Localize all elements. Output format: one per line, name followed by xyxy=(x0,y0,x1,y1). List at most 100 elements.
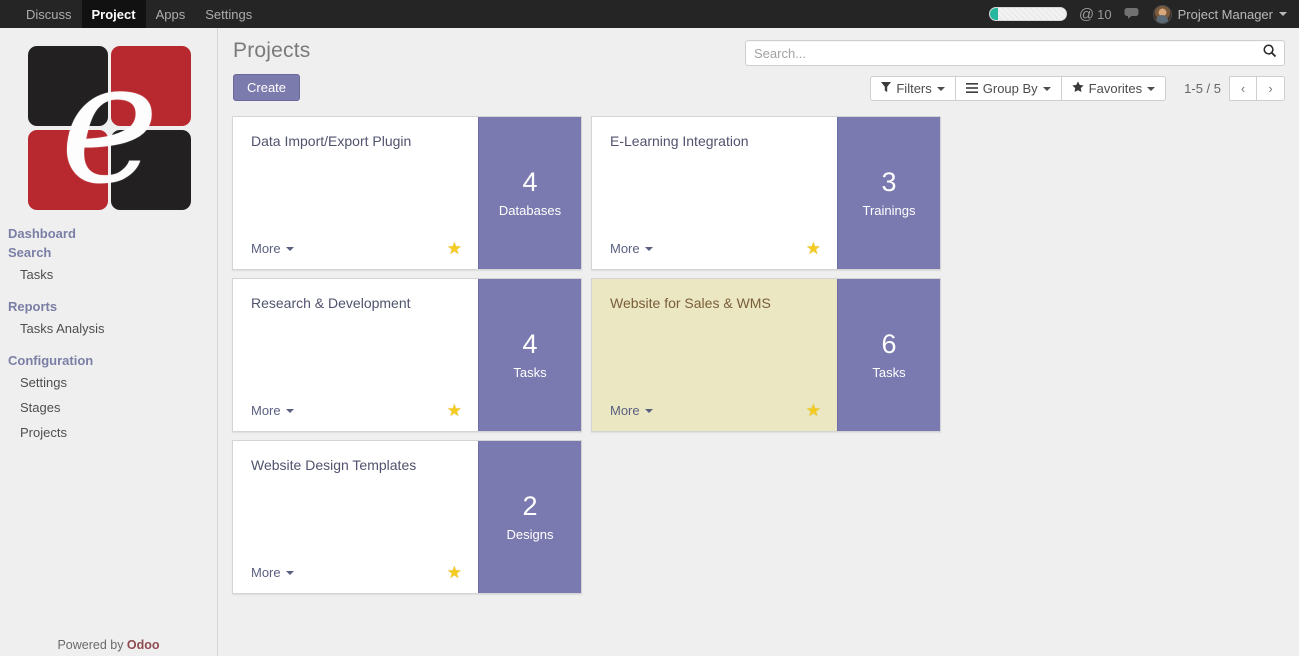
chevron-down-icon xyxy=(936,86,945,91)
kanban-card-footer: More ★ xyxy=(251,240,462,269)
sidebar-item-settings[interactable]: Settings xyxy=(0,370,217,395)
kanban-card-footer: More ★ xyxy=(610,402,821,431)
favorite-star-icon[interactable]: ★ xyxy=(447,564,462,581)
control-panel-buttons: Filters Group By Favorites 1-5 / 5 ‹ › xyxy=(745,76,1285,101)
sidebar-item-tasks-analysis[interactable]: Tasks Analysis xyxy=(0,316,217,341)
sidebar-item-stages[interactable]: Stages xyxy=(0,395,217,420)
chevron-down-icon xyxy=(644,246,653,251)
sidebar-menu: Dashboard Search Tasks Reports Tasks Analysi… xyxy=(0,224,217,638)
kanban-card-body: E-Learning Integration More ★ xyxy=(592,117,837,269)
page-title: Projects xyxy=(233,39,311,62)
kanban-card-counter[interactable]: 3 Trainings xyxy=(837,117,940,269)
kanban-card-title: Website for Sales & WMS xyxy=(610,295,771,311)
sidebar-item-dashboard[interactable]: Dashboard xyxy=(0,224,217,243)
kanban-card-body: Data Import/Export Plugin More ★ xyxy=(233,117,478,269)
nav-item-discuss[interactable]: Discuss xyxy=(16,0,82,28)
kanban-card-footer: More ★ xyxy=(610,240,821,269)
kanban-card-more-dropdown[interactable]: More xyxy=(610,241,653,256)
kanban-card-count-label: Tasks xyxy=(513,364,547,380)
favorite-star-icon[interactable]: ★ xyxy=(447,240,462,257)
sidebar-item-projects[interactable]: Projects xyxy=(0,420,217,445)
kanban-card-body: Website Design Templates More ★ xyxy=(233,441,478,593)
user-name: Project Manager xyxy=(1177,6,1273,22)
kanban-card-title: Research & Development xyxy=(251,295,411,311)
kanban-card-more-dropdown[interactable]: More xyxy=(251,403,294,418)
kanban-card-count: 3 xyxy=(881,166,897,197)
kanban-card[interactable]: E-Learning Integration More ★ 3 Trainings xyxy=(591,116,941,270)
kanban-card-count: 4 xyxy=(522,328,538,359)
kanban-card-body: Research & Development More ★ xyxy=(233,279,478,431)
company-logo: e xyxy=(0,28,217,224)
search-input[interactable] xyxy=(754,45,1262,61)
filters-button[interactable]: Filters xyxy=(870,76,956,101)
more-label: More xyxy=(251,565,281,580)
progress-bar-fill xyxy=(989,8,999,20)
at-icon: @ xyxy=(1078,5,1095,23)
kanban-card-counter[interactable]: 4 Databases xyxy=(478,117,581,269)
chevron-down-icon xyxy=(285,408,294,413)
page-layout: e Dashboard Search Tasks Reports Tasks Analy… xyxy=(0,28,1299,656)
favorites-label: Favorites xyxy=(1088,81,1143,96)
user-menu[interactable]: Project Manager xyxy=(1152,4,1287,24)
kanban-card-counter[interactable]: 2 Designs xyxy=(478,441,581,593)
create-button[interactable]: Create xyxy=(233,74,301,101)
filter-button-group: Filters Group By Favorites xyxy=(870,76,1167,101)
top-navbar: Discuss Project Apps Settings @ 10 Project … xyxy=(0,0,1299,28)
list-lines-icon xyxy=(965,81,978,96)
odoo-brand-link[interactable]: Odoo xyxy=(127,638,160,652)
sidebar-item-reports[interactable]: Reports xyxy=(0,297,217,316)
kanban-card-title: Data Import/Export Plugin xyxy=(251,133,412,149)
nav-item-settings[interactable]: Settings xyxy=(195,0,262,28)
powered-by-footer: Powered by Odoo xyxy=(0,638,217,656)
funnel-icon xyxy=(881,81,892,96)
sidebar-item-configuration[interactable]: Configuration xyxy=(0,351,217,370)
powered-by-prefix: Powered by xyxy=(57,638,127,652)
group-by-button[interactable]: Group By xyxy=(955,76,1062,101)
pager-range: 1-5 / 5 xyxy=(1184,81,1221,96)
nav-item-apps[interactable]: Apps xyxy=(146,0,196,28)
more-label: More xyxy=(251,241,281,256)
speech-bubble-icon[interactable] xyxy=(1124,7,1141,21)
more-label: More xyxy=(610,403,640,418)
kanban-card-more-dropdown[interactable]: More xyxy=(251,241,294,256)
sidebar-item-tasks[interactable]: Tasks xyxy=(0,262,217,287)
group-by-label: Group By xyxy=(982,81,1038,96)
favorite-star-icon[interactable]: ★ xyxy=(806,240,821,257)
chevron-down-icon xyxy=(285,246,294,251)
favorites-button[interactable]: Favorites xyxy=(1061,76,1167,101)
magnifier-icon[interactable] xyxy=(1262,43,1277,63)
kanban-card-counter[interactable]: 4 Tasks xyxy=(478,279,581,431)
progress-bar xyxy=(988,7,1067,21)
favorite-star-icon[interactable]: ★ xyxy=(447,402,462,419)
kanban-card-footer: More ★ xyxy=(251,564,462,593)
pager: 1-5 / 5 ‹ › xyxy=(1184,76,1285,101)
mentions-counter[interactable]: @ 10 xyxy=(1079,7,1112,22)
kanban-card[interactable]: Website for Sales & WMS More ★ 6 Tasks xyxy=(591,278,941,432)
chevron-down-icon xyxy=(285,570,294,575)
kanban-card-more-dropdown[interactable]: More xyxy=(610,403,653,418)
chevron-down-icon xyxy=(644,408,653,413)
sidebar: e Dashboard Search Tasks Reports Tasks Analy… xyxy=(0,28,218,656)
favorite-star-icon[interactable]: ★ xyxy=(806,402,821,419)
sidebar-item-search[interactable]: Search xyxy=(0,243,217,262)
star-icon xyxy=(1072,81,1084,96)
kanban-card-more-dropdown[interactable]: More xyxy=(251,565,294,580)
pager-previous-button[interactable]: ‹ xyxy=(1229,76,1257,101)
kanban-card[interactable]: Data Import/Export Plugin More ★ 4 Databases xyxy=(232,116,582,270)
more-label: More xyxy=(610,241,640,256)
kanban-card[interactable]: Website Design Templates More ★ 2 Designs xyxy=(232,440,582,594)
control-panel: Projects Create Search... Filters Group … xyxy=(218,28,1299,101)
kanban-card-count-label: Databases xyxy=(498,202,562,218)
nav-item-project[interactable]: Project xyxy=(81,0,146,28)
kanban-card-title: Website Design Templates xyxy=(251,457,417,473)
main-content: Projects Create Search... Filters Group … xyxy=(218,28,1299,656)
kanban-card-counter[interactable]: 6 Tasks xyxy=(837,279,940,431)
kanban-card-count-label: Designs xyxy=(506,526,554,542)
control-panel-right: Filters Group By xyxy=(745,40,1285,101)
control-panel-left: Projects Create xyxy=(232,40,310,101)
kanban-card[interactable]: Research & Development More ★ 4 Tasks xyxy=(232,278,582,432)
search-bar[interactable] xyxy=(745,40,1285,66)
pager-next-button[interactable]: › xyxy=(1257,76,1285,101)
chevron-down-icon xyxy=(1042,86,1051,91)
